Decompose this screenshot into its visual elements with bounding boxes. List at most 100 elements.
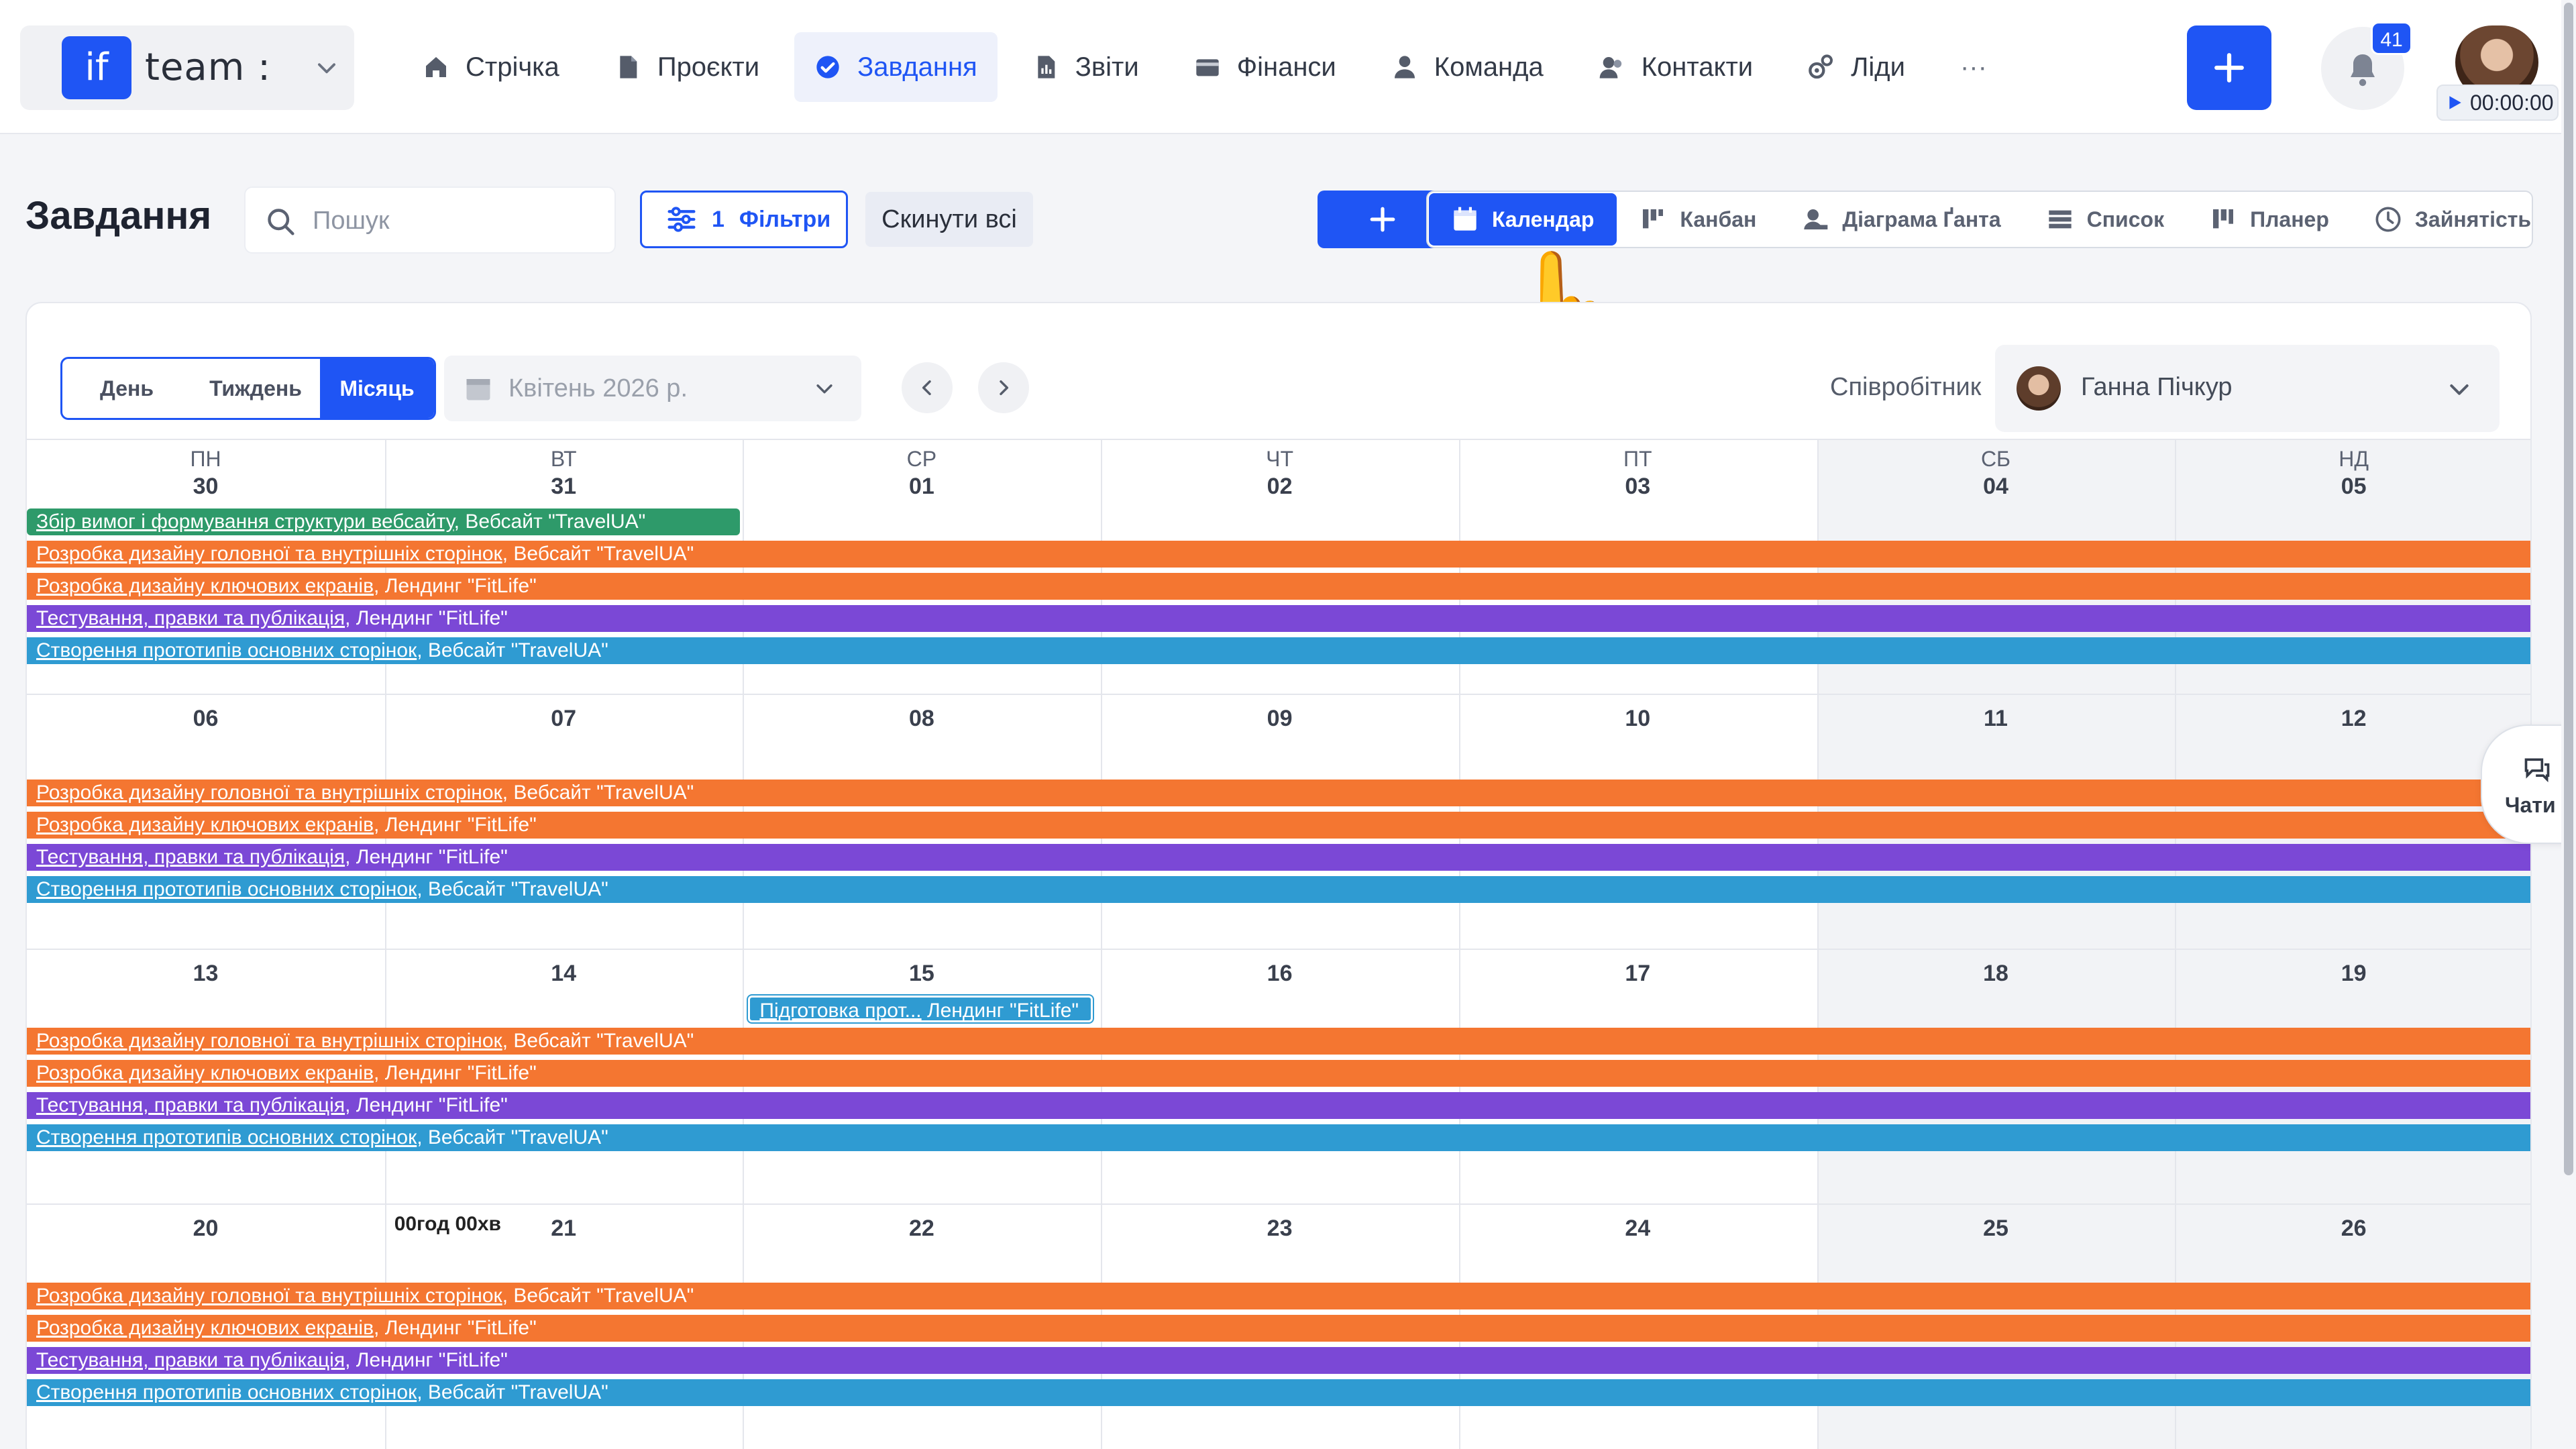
task-bar[interactable]: Тестування, правки та публікація, Лендин… — [27, 844, 2530, 871]
task-project: Лендинг "FitLife" — [384, 575, 537, 597]
day-number[interactable]: 17 — [1459, 961, 1817, 987]
day-number[interactable]: 24 — [1459, 1216, 1817, 1242]
task-bar[interactable]: Розробка дизайну ключових екранів, Ленди… — [27, 573, 2530, 600]
nav-label: Команда — [1434, 52, 1544, 82]
task-title: Розробка дизайну головної та внутрішніх … — [36, 1030, 502, 1052]
task-bar[interactable]: Тестування, правки та публікація, Лендин… — [27, 1347, 2530, 1374]
day-number[interactable]: 02 — [1101, 474, 1458, 500]
task-project: Лендинг "FitLife" — [926, 1000, 1079, 1022]
task-title: Створення прототипів основних сторінок — [36, 1126, 417, 1148]
task-bar[interactable]: Підготовка прот... Лендинг "FitLife" — [748, 996, 1093, 1022]
day-number[interactable]: 25 — [1817, 1216, 2175, 1242]
global-add-button[interactable] — [2187, 25, 2271, 110]
task-bar[interactable]: Розробка дизайну головної та внутрішніх … — [27, 541, 2530, 568]
nav-item-feed[interactable]: Стрічка — [402, 32, 580, 102]
chevron-down-icon — [816, 384, 833, 394]
day-number[interactable]: 16 — [1101, 961, 1458, 987]
day-number[interactable]: 19 — [2175, 961, 2530, 987]
task-bar[interactable]: Збір вимог і формування структури вебсай… — [27, 508, 741, 535]
day-number[interactable]: 03 — [1459, 474, 1817, 500]
nav-item-leads[interactable]: Ліди — [1788, 32, 1925, 102]
nav-item-tasks[interactable]: Завдання — [794, 32, 998, 102]
nav-item-reports[interactable]: Звіти — [1012, 32, 1159, 102]
task-bar[interactable]: Розробка дизайну ключових екранів, Ленди… — [27, 1315, 2530, 1342]
day-number[interactable]: 11 — [1817, 706, 2175, 732]
prev-month-button[interactable] — [902, 362, 953, 413]
day-number[interactable]: 09 — [1101, 706, 1458, 732]
range-week[interactable]: Тиждень — [191, 359, 320, 418]
task-bar[interactable]: Тестування, правки та публікація, Лендин… — [27, 1092, 2530, 1119]
day-number[interactable]: 01 — [743, 474, 1100, 500]
task-bar[interactable]: Розробка дизайну головної та внутрішніх … — [27, 1028, 2530, 1055]
view-tab-workload[interactable]: Зайнятість — [2352, 193, 2554, 246]
clock-icon — [2375, 207, 2401, 232]
task-project: Лендинг "FitLife" — [384, 1062, 537, 1084]
calendar-icon — [466, 379, 490, 400]
task-bar[interactable]: Тестування, правки та публікація, Лендин… — [27, 605, 2530, 632]
day-number[interactable]: 14 — [385, 961, 743, 987]
task-bar[interactable]: Створення прототипів основних сторінок, … — [27, 1124, 2530, 1151]
task-bar[interactable]: Створення прототипів основних сторінок, … — [27, 1379, 2530, 1406]
day-number[interactable]: 30 — [27, 474, 384, 500]
day-number[interactable]: 26 — [2175, 1216, 2530, 1242]
range-day[interactable]: День — [62, 359, 191, 418]
day-number[interactable]: 23 — [1101, 1216, 1458, 1242]
day-number[interactable]: 07 — [385, 706, 743, 732]
workspace-name: team : — [145, 46, 271, 89]
task-bar[interactable]: Створення прототипів основних сторінок, … — [27, 876, 2530, 903]
range-month[interactable]: Місяць — [320, 359, 434, 418]
chevron-right-icon — [1000, 380, 1009, 396]
day-number[interactable]: 05 — [2175, 474, 2530, 500]
view-tab-planner[interactable]: Планер — [2187, 193, 2352, 246]
check-circle-icon — [816, 56, 839, 78]
task-bar[interactable]: Розробка дизайну головної та внутрішніх … — [27, 1283, 2530, 1309]
day-number[interactable]: 04 — [1817, 474, 2175, 500]
task-bar[interactable]: Створення прототипів основних сторінок, … — [27, 637, 2530, 664]
next-month-button[interactable] — [978, 362, 1029, 413]
task-bar[interactable]: Розробка дизайну ключових екранів, Ленди… — [27, 1060, 2530, 1087]
weekday-label: НД — [2339, 447, 2369, 471]
day-number[interactable]: 15 — [743, 961, 1100, 987]
workspace-switcher[interactable]: if team : — [20, 25, 354, 110]
day-number[interactable]: 08 — [743, 706, 1100, 732]
employee-select[interactable]: Ганна Пічкур — [1995, 345, 2500, 432]
scrollbar-thumb[interactable] — [2564, 3, 2573, 1175]
view-tab-kanban[interactable]: Канбан — [1617, 193, 1779, 246]
task-title: Тестування, правки та публікація — [36, 1349, 345, 1371]
list-icon — [2048, 210, 2072, 229]
filters-button[interactable]: 1 Фільтри — [640, 191, 848, 248]
employee-name: Ганна Пічкур — [2081, 373, 2233, 401]
bell-icon — [2351, 54, 2375, 87]
nav-label: Звіти — [1075, 52, 1139, 82]
task-project: Лендинг "FitLife" — [384, 1317, 537, 1339]
nav-item-finance[interactable]: Фінанси — [1174, 32, 1356, 102]
notification-count-badge: 41 — [2371, 21, 2412, 55]
task-project: Вебсайт "TravelUA" — [427, 1381, 608, 1403]
nav-item-projects[interactable]: Проєкти — [594, 32, 780, 102]
chevron-left-icon — [922, 380, 931, 396]
nav-item-contacts[interactable]: Контакти — [1578, 32, 1773, 102]
day-number[interactable]: 22 — [743, 1216, 1100, 1242]
task-bar[interactable]: Розробка дизайну головної та внутрішніх … — [27, 780, 2530, 806]
day-number[interactable]: 31 — [385, 474, 743, 500]
day-number[interactable]: 10 — [1459, 706, 1817, 732]
month-picker[interactable]: Квітень 2026 р. — [444, 356, 861, 421]
view-tab-calendar[interactable]: Календар — [1429, 193, 1617, 246]
day-number[interactable]: 20 — [27, 1216, 384, 1242]
nav-item-team[interactable]: Команда — [1371, 32, 1564, 102]
time-tracker[interactable]: 00:00:00 — [2436, 85, 2559, 121]
grid-row-divider — [27, 694, 2530, 695]
task-project: Вебсайт "TravelUA" — [513, 1030, 694, 1052]
day-number[interactable]: 12 — [2175, 706, 2530, 732]
view-tab-list[interactable]: Список — [2024, 193, 2187, 246]
task-bar[interactable]: Розробка дизайну ключових екранів, Ленди… — [27, 812, 2530, 839]
view-tab-gantt[interactable]: Діаграма Ґанта — [1779, 193, 2023, 246]
calendar-card: День Тиждень Місяць Квітень 2026 р. Спів… — [25, 302, 2532, 1449]
search-input[interactable] — [313, 200, 601, 241]
reset-filters-button[interactable]: Скинути всі — [865, 192, 1033, 247]
nav-more[interactable]: ··· — [1940, 32, 2007, 102]
day-number[interactable]: 18 — [1817, 961, 2175, 987]
month-value: Квітень 2026 р. — [508, 374, 688, 402]
day-number[interactable]: 06 — [27, 706, 384, 732]
day-number[interactable]: 13 — [27, 961, 384, 987]
